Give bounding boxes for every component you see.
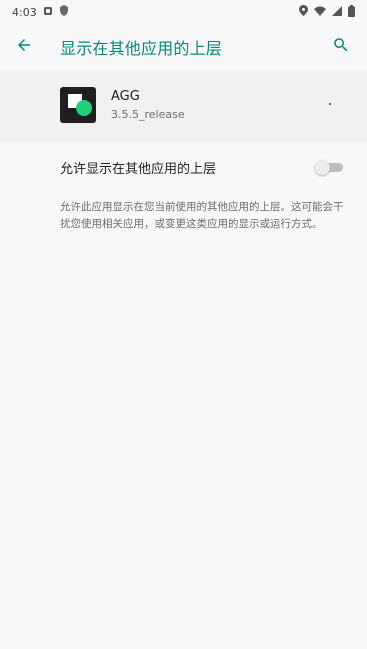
search-button[interactable]	[327, 33, 355, 61]
app-version: 3.5.5_release	[111, 108, 185, 121]
status-right	[299, 4, 355, 20]
search-icon	[332, 36, 350, 58]
page-title: 显示在其他应用的上层	[60, 39, 223, 58]
notification-icon	[43, 6, 53, 19]
toolbar: 显示在其他应用的上层	[0, 24, 367, 70]
status-time: 4:03	[12, 5, 37, 19]
permission-description: 允许此应用显示在您当前使用的其他应用的上层。这可能会干扰您使用相关应用，或变更这…	[60, 201, 344, 230]
overlay-permission-label: 允许显示在其他应用的上层	[60, 162, 217, 177]
overlay-permission-row[interactable]: 允许显示在其他应用的上层	[0, 144, 367, 190]
app-icon	[60, 87, 96, 123]
back-button[interactable]	[10, 33, 38, 61]
overlay-permission-toggle[interactable]	[315, 160, 343, 175]
screen: 4:03 显示在其他应用的上层 AGG 3.5.5_release 允许显示在其…	[0, 0, 367, 649]
wifi-icon	[314, 6, 326, 19]
toggle-thumb	[315, 160, 330, 175]
arrow-left-icon	[15, 36, 33, 58]
dot-marker	[329, 103, 331, 105]
app-name: AGG	[111, 89, 140, 104]
location-icon	[299, 5, 308, 19]
battery-icon	[348, 4, 355, 20]
shield-icon	[59, 5, 69, 19]
status-left: 4:03	[12, 5, 69, 19]
app-icon-dot	[76, 100, 92, 116]
status-bar: 4:03	[0, 0, 367, 24]
app-header: AGG 3.5.5_release	[0, 70, 367, 142]
signal-icon	[332, 5, 342, 19]
